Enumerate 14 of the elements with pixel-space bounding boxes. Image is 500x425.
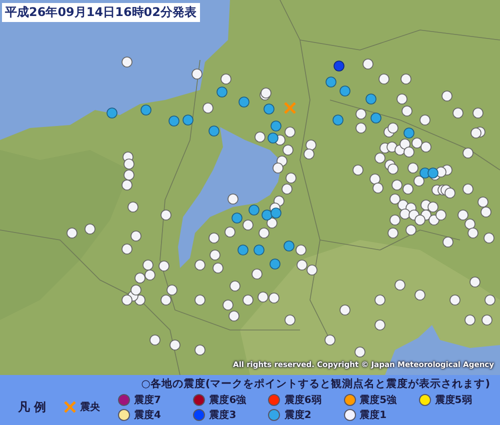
legend-label: 震度1 xyxy=(360,408,387,422)
map-title: 平成26年09月14日16時02分発表 xyxy=(2,3,200,22)
legend-label: 震度6弱 xyxy=(284,393,322,406)
legend-label: 震度4 xyxy=(134,408,161,422)
legend-caption: ○各地の震度(マークをポイントすると観測点名と震度が表示されます) xyxy=(141,377,490,391)
cross-icon xyxy=(64,401,76,413)
legend-label: 震度5強 xyxy=(360,393,397,406)
legend-label: 震度7 xyxy=(134,393,161,406)
legend-label: 震度2 xyxy=(284,408,312,422)
legend-label: 震央 xyxy=(80,400,100,414)
legend-label: 震度6強 xyxy=(209,393,246,406)
legend-label: 震度3 xyxy=(209,408,236,422)
legend-heading: 凡 例 xyxy=(18,398,46,416)
legend-label: 震度5弱 xyxy=(434,393,472,406)
